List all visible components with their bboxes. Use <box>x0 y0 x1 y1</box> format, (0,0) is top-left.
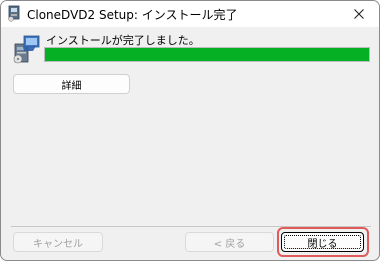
window-title: CloneDVD2 Setup: インストール完了 <box>27 8 238 22</box>
details-button[interactable]: 詳細 <box>13 74 130 94</box>
progress-bar <box>44 47 370 62</box>
back-button[interactable]: < 戻る <box>185 232 274 252</box>
footer-separator <box>11 226 371 227</box>
installer-window: CloneDVD2 Setup: インストール完了 インストールが完了しました。… <box>0 0 380 261</box>
close-button[interactable]: 閉じる <box>281 232 364 252</box>
installer-icon <box>8 5 20 22</box>
window-close-button[interactable] <box>339 1 379 27</box>
setup-computer-icon <box>13 35 40 64</box>
title-bar: CloneDVD2 Setup: インストール完了 <box>1 1 379 27</box>
cancel-button[interactable]: キャンセル <box>13 232 103 252</box>
status-text: インストールが完了しました。 <box>46 34 200 47</box>
close-icon <box>354 9 364 19</box>
focus-rectangle <box>284 235 361 249</box>
progress-fill <box>45 48 369 61</box>
